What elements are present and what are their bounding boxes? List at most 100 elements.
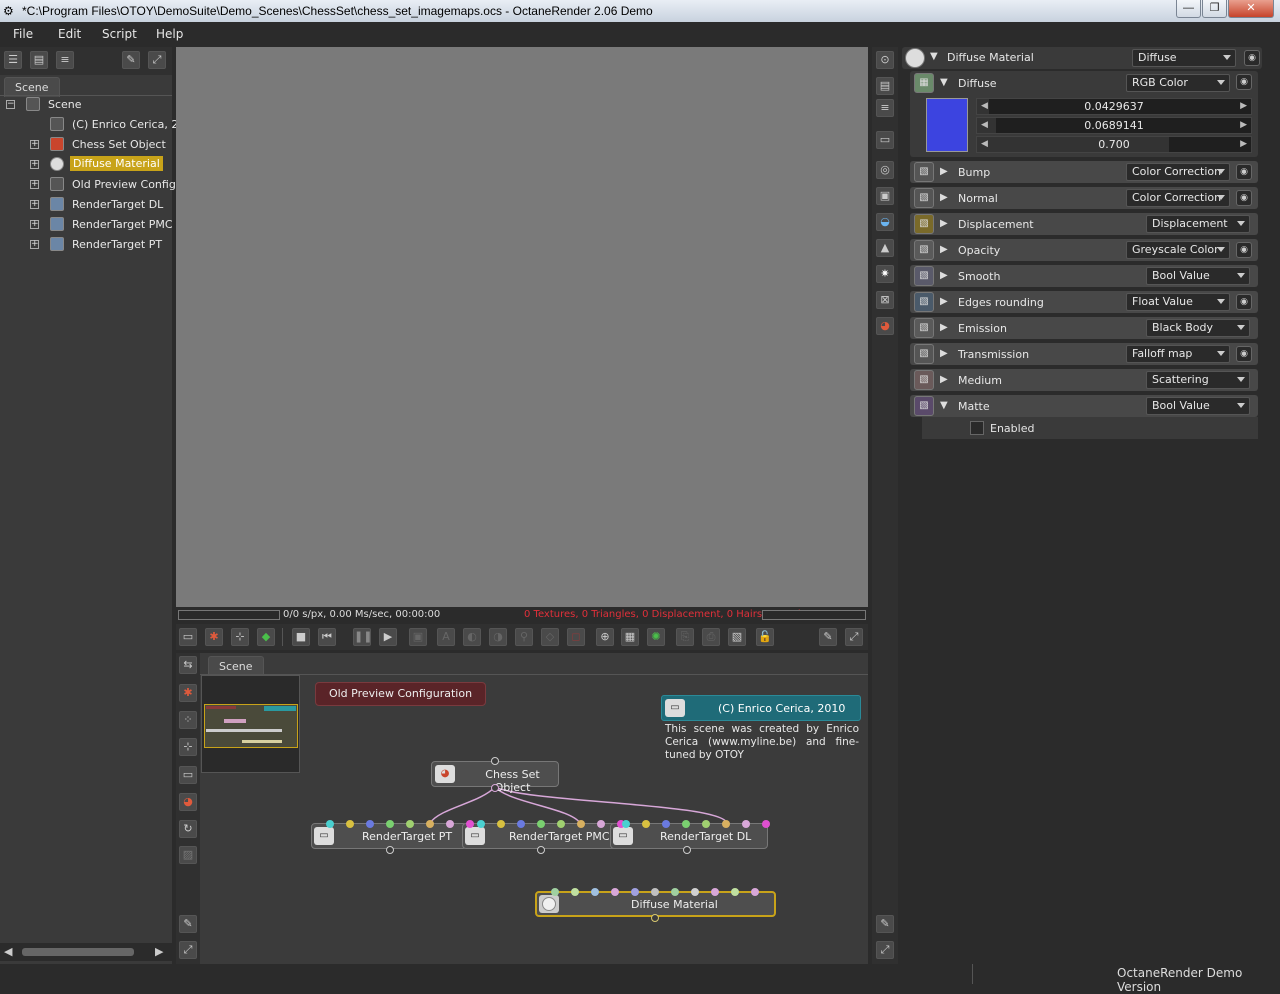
node-input-pin[interactable] bbox=[642, 820, 650, 828]
node-input-pin[interactable] bbox=[762, 820, 770, 828]
node-wrench-icon[interactable]: ✎ bbox=[179, 915, 197, 933]
focus-picker-icon[interactable]: ◻ bbox=[567, 628, 585, 646]
node-input-pin[interactable] bbox=[366, 820, 374, 828]
prop-type-dropdown[interactable]: Float Value bbox=[1126, 293, 1230, 311]
outliner-view-icon[interactable]: ☰ bbox=[4, 51, 22, 69]
comment-node-header[interactable]: ▭ (C) Enrico Cerica, 2010 bbox=[661, 695, 861, 721]
object-picker-icon[interactable]: ◇ bbox=[541, 628, 559, 646]
eye-icon[interactable]: ◉ bbox=[1236, 164, 1252, 180]
recenter-icon[interactable]: ⊹ bbox=[231, 628, 249, 646]
list-icon[interactable]: ≡ bbox=[56, 51, 74, 69]
prop-row-emission[interactable]: ▧ ▶ Emission Black Body bbox=[910, 317, 1258, 339]
tree-row-rendertarget-pt[interactable]: + RenderTarget PT bbox=[30, 235, 200, 255]
prop-type-dropdown[interactable]: Falloff map bbox=[1126, 345, 1230, 363]
collapse-triangle-icon[interactable]: ▼ bbox=[940, 77, 948, 88]
camera-icon[interactable]: ◎ bbox=[876, 161, 894, 179]
play-icon[interactable]: ▶ bbox=[379, 628, 397, 646]
autofocus-icon[interactable]: A bbox=[437, 628, 455, 646]
material-input-pin[interactable] bbox=[751, 888, 759, 896]
diffuse-color-swatch[interactable] bbox=[926, 98, 968, 152]
prop-type-dropdown[interactable]: Color Correction bbox=[1126, 163, 1230, 181]
material-input-pin[interactable] bbox=[651, 888, 659, 896]
node-texture-icon[interactable]: ▨ bbox=[179, 846, 197, 864]
material-input-pin[interactable] bbox=[691, 888, 699, 896]
collapse-triangle-icon[interactable]: ▼ bbox=[930, 51, 938, 62]
tree-row-chess-set[interactable]: + Chess Set Object bbox=[30, 135, 200, 155]
monitor-icon[interactable]: ▣ bbox=[876, 187, 894, 205]
scroll-left-icon[interactable]: ◀ bbox=[4, 945, 12, 958]
node-output-pin[interactable] bbox=[683, 846, 691, 854]
material-input-pin[interactable] bbox=[611, 888, 619, 896]
graph-arrange-icon[interactable]: ⇆ bbox=[179, 656, 197, 674]
material-picker-icon[interactable]: ⚲ bbox=[515, 628, 533, 646]
camera-view-icon[interactable]: ▭ bbox=[179, 628, 197, 646]
prop-type-dropdown[interactable]: Bool Value bbox=[1146, 397, 1250, 415]
expand-triangle-icon[interactable]: ▶ bbox=[940, 270, 948, 281]
pause-icon[interactable]: ❚❚ bbox=[353, 628, 372, 646]
material-input-pin[interactable] bbox=[591, 888, 599, 896]
node-input-pin[interactable] bbox=[426, 820, 434, 828]
node-input-pin[interactable] bbox=[477, 820, 485, 828]
material-type-dropdown[interactable]: Diffuse bbox=[1132, 49, 1236, 67]
tree-row-rendertarget-pmc[interactable]: + RenderTarget PMC bbox=[30, 215, 200, 235]
node-network-icon[interactable]: ⊹ bbox=[179, 738, 197, 756]
tree-row-rendertarget-dl[interactable]: + RenderTarget DL bbox=[30, 195, 200, 215]
inspector-expand-icon[interactable]: ⤢ bbox=[876, 941, 894, 959]
reset-camera-icon[interactable]: ✱ bbox=[205, 628, 223, 646]
node-old-preview-configuration[interactable]: Old Preview Configuration bbox=[315, 682, 486, 706]
node-input-pin[interactable] bbox=[742, 820, 750, 828]
eye-icon[interactable]: ◉ bbox=[1236, 242, 1252, 258]
node-input-pin[interactable] bbox=[386, 820, 394, 828]
restart-icon[interactable]: ⏮ bbox=[318, 628, 336, 646]
scrollbar-thumb[interactable] bbox=[22, 948, 134, 956]
material-input-pin[interactable] bbox=[571, 888, 579, 896]
material-input-pin[interactable] bbox=[631, 888, 639, 896]
expand-triangle-icon[interactable]: ▶ bbox=[940, 296, 948, 307]
diffuse-red-slider[interactable]: ◀ 0.0429637 ▶ bbox=[976, 98, 1252, 115]
expand-triangle-icon[interactable]: ▶ bbox=[940, 192, 948, 203]
wrench-icon[interactable]: ✎ bbox=[122, 51, 140, 69]
eye-icon[interactable]: ◉ bbox=[1236, 294, 1252, 310]
white-balance-icon[interactable]: ◑ bbox=[489, 628, 507, 646]
node-output-pin[interactable] bbox=[537, 846, 545, 854]
matte-enabled-checkbox[interactable] bbox=[970, 421, 984, 435]
diffuse-type-dropdown[interactable]: RGB Color bbox=[1126, 74, 1230, 92]
diffuse-blue-slider[interactable]: ◀ 0.700 ▶ bbox=[976, 136, 1252, 153]
eye-icon[interactable]: ◉ bbox=[1236, 190, 1252, 206]
layers-icon[interactable]: ▤ bbox=[30, 51, 48, 69]
node-input-pin[interactable] bbox=[682, 820, 690, 828]
node-expand-icon[interactable]: ⤢ bbox=[179, 941, 197, 959]
menu-edit[interactable]: Edit bbox=[58, 27, 81, 41]
render-fullscreen-icon[interactable]: ⤢ bbox=[845, 628, 863, 646]
material-input-pin[interactable] bbox=[711, 888, 719, 896]
prop-row-edges-rounding[interactable]: ▧ ▶ Edges rounding Float Value ◉ bbox=[910, 291, 1258, 313]
save-render-icon[interactable]: ⎙ bbox=[702, 628, 720, 646]
node-input-pin[interactable] bbox=[622, 820, 630, 828]
node-input-pin[interactable] bbox=[662, 820, 670, 828]
collapse-icon[interactable]: − bbox=[6, 100, 15, 109]
material-input-pin[interactable] bbox=[731, 888, 739, 896]
menu-help[interactable]: Help bbox=[156, 27, 183, 41]
node-input-pin[interactable] bbox=[537, 820, 545, 828]
node-input-pin[interactable] bbox=[577, 820, 585, 828]
minimize-button[interactable]: — bbox=[1176, 0, 1201, 18]
menu-script[interactable]: Script bbox=[102, 27, 137, 41]
node-rotate-icon[interactable]: ↻ bbox=[179, 820, 197, 838]
node-editor[interactable]: Scene Old Preview Configuration ▭ (C) En… bbox=[200, 653, 868, 964]
node-grid-icon[interactable]: ⁘ bbox=[179, 711, 197, 729]
node-input-pin[interactable] bbox=[517, 820, 525, 828]
render-settings-wrench-icon[interactable]: ✎ bbox=[819, 628, 837, 646]
tab-scene[interactable]: Scene bbox=[4, 77, 60, 97]
stop-icon[interactable]: ■ bbox=[292, 628, 310, 646]
node-object-icon[interactable]: ◕ bbox=[179, 793, 197, 811]
node-input-pin[interactable] bbox=[597, 820, 605, 828]
node-input-pin[interactable] bbox=[346, 820, 354, 828]
node-input-pin[interactable] bbox=[557, 820, 565, 828]
prop-type-dropdown[interactable]: Displacement bbox=[1146, 215, 1250, 233]
outliner-scrollbar[interactable]: ◀ ▶ bbox=[0, 943, 172, 961]
prop-row-matte[interactable]: ▧ ▼ Matte Bool Value bbox=[910, 395, 1258, 417]
tree-row-comment[interactable]: (C) Enrico Cerica, 2010 bbox=[30, 115, 200, 135]
prop-row-opacity[interactable]: ▧ ▶ Opacity Greyscale Color ◉ bbox=[910, 239, 1258, 261]
prop-row-displacement[interactable]: ▧ ▶ Displacement Displacement bbox=[910, 213, 1258, 235]
expand-plus-icon[interactable]: + bbox=[30, 200, 39, 209]
